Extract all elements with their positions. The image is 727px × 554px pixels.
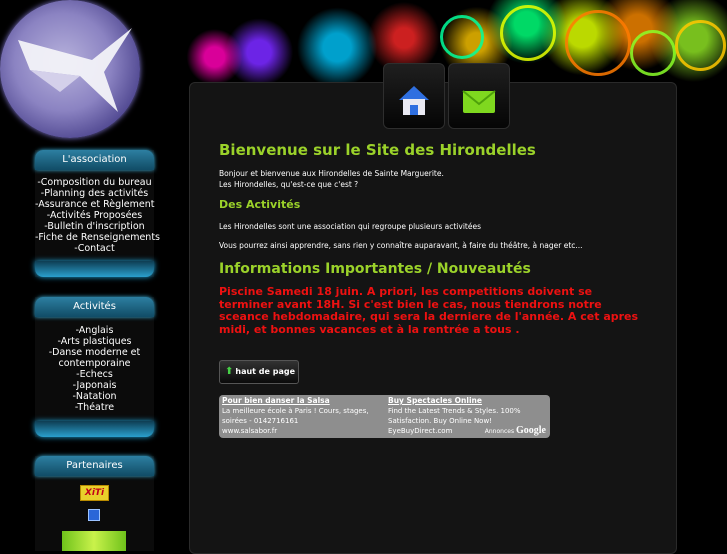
activities-description: Les Hirondelles sont une association qui… <box>219 222 481 231</box>
menu-theatre[interactable]: -Théatre <box>35 402 154 413</box>
menu-anglais[interactable]: -Anglais <box>35 325 154 336</box>
activities-detail: Vous pourrez ainsi apprendre, sans rien … <box>219 241 583 250</box>
menu-composition-bureau[interactable]: -Composition du bureau <box>35 177 154 188</box>
contact-button[interactable] <box>448 63 510 129</box>
menu-fiche-renseignements[interactable]: -Fiche de Renseignements <box>35 232 160 243</box>
ad-spectacles-title[interactable]: Buy Spectacles Online <box>388 396 548 406</box>
menu-contact[interactable]: -Contact <box>35 243 154 254</box>
intro-question: Les Hirondelles, qu'est-ce que c'est ? <box>219 180 359 189</box>
back-to-top-button[interactable]: ⬆ haut de page <box>219 360 299 384</box>
menu-japonais[interactable]: -Japonais <box>35 380 154 391</box>
menu-activites-proposees[interactable]: -Activités Proposées <box>35 210 154 221</box>
ad-spectacles-line1: Find the Latest Trends & Styles. 100% <box>388 407 521 415</box>
ads-block: Pour bien danser la Salsa La meilleure é… <box>219 395 550 438</box>
back-to-top-label: haut de page <box>235 367 296 376</box>
sidebar-partenaires: Partenaires XiTi <box>35 456 154 551</box>
sidebar-box-footer <box>35 261 154 277</box>
ad-salsa-title[interactable]: Pour bien danser la Salsa <box>222 396 382 406</box>
menu-assurance-reglement[interactable]: -Assurance et Règlement <box>35 199 154 210</box>
page-title: Bienvenue sur le Site des Hirondelles <box>219 141 536 159</box>
xiti-badge[interactable]: XiTi <box>80 485 109 501</box>
ad-salsa-line2: soirées - 0142716161 <box>222 417 299 425</box>
swallow-logo[interactable] <box>0 0 140 138</box>
sidebar-activites: Activités -Anglais -Arts plastiques -Dan… <box>35 297 154 437</box>
partner-banner[interactable] <box>62 531 126 551</box>
menu-arts-plastiques[interactable]: -Arts plastiques <box>35 336 154 347</box>
up-arrow-icon: ⬆ <box>225 366 234 377</box>
intro-text: Bonjour et bienvenue aux Hirondelles de … <box>219 169 444 178</box>
google-logo: Google <box>516 425 546 436</box>
announcement-text: Piscine Samedi 18 juin. A priori, les co… <box>219 285 639 336</box>
menu-planning-activites[interactable]: -Planning des activités <box>35 188 154 199</box>
sidebar-association: L'association -Composition du bureau -Pl… <box>35 150 160 277</box>
menu-natation[interactable]: -Natation <box>35 391 154 402</box>
sidebar-association-title: L'association <box>35 150 154 170</box>
partner-icon[interactable] <box>88 509 100 521</box>
menu-danse-contemporaine[interactable]: contemporaine <box>35 358 154 369</box>
menu-echecs[interactable]: -Echecs <box>35 369 154 380</box>
ad-salsa[interactable]: Pour bien danser la Salsa La meilleure é… <box>222 396 382 436</box>
ads-by-google[interactable]: Annonces Google <box>485 425 546 436</box>
home-button[interactable] <box>383 63 445 129</box>
sidebar-activites-title: Activités <box>35 297 154 317</box>
menu-danse-moderne[interactable]: -Danse moderne et <box>35 347 154 358</box>
activities-heading: Des Activités <box>219 198 301 211</box>
mail-icon <box>462 90 496 113</box>
sidebar-box-footer <box>35 421 154 437</box>
info-heading: Informations Importantes / Nouveautés <box>219 261 531 277</box>
sidebar-partenaires-title: Partenaires <box>35 456 154 476</box>
annonces-label: Annonces <box>484 428 515 435</box>
menu-bulletin-inscription[interactable]: -Bulletin d'inscription <box>35 221 154 232</box>
home-icon <box>399 86 429 115</box>
ad-salsa-url[interactable]: www.salsabor.fr <box>222 426 382 436</box>
ad-salsa-line1: La meilleure école à Paris ! Cours, stag… <box>222 407 369 415</box>
